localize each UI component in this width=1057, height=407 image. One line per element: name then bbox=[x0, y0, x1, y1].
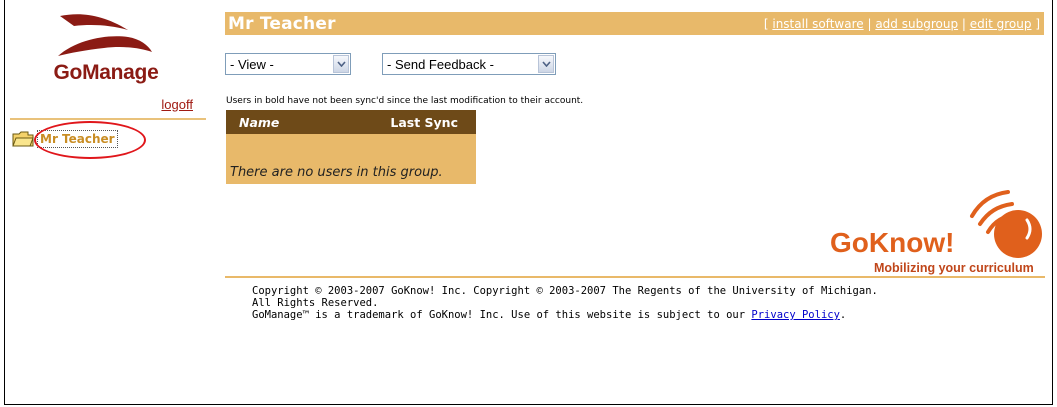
brand-name: GoManage bbox=[53, 61, 159, 84]
logoff-link[interactable]: logoff bbox=[161, 97, 193, 112]
view-select[interactable]: - View - bbox=[225, 53, 351, 75]
group-tree: Mr Teacher bbox=[12, 130, 118, 148]
link-separator: | bbox=[961, 16, 966, 31]
feedback-select-value: - Send Feedback - bbox=[387, 56, 494, 72]
privacy-policy-link[interactable]: Privacy Policy bbox=[751, 309, 840, 321]
gomanage-logo bbox=[58, 14, 152, 56]
chevron-down-icon[interactable] bbox=[333, 55, 349, 73]
page-title: Mr Teacher bbox=[228, 13, 336, 34]
wordmark-go: Go bbox=[830, 227, 869, 258]
view-select-value: - View - bbox=[230, 56, 274, 72]
bracket-close: ] bbox=[1035, 16, 1040, 31]
add-subgroup-link[interactable]: add subgroup bbox=[875, 17, 958, 31]
column-header-name[interactable]: Name bbox=[226, 115, 279, 130]
footer-divider bbox=[225, 276, 1045, 278]
goknow-wordmark: GoKnow! bbox=[830, 227, 954, 258]
trademark-suffix: . bbox=[839, 309, 847, 321]
edit-group-link[interactable]: edit group bbox=[970, 17, 1032, 31]
trademark-line: GoManage™ is a trademark of GoKnow! Inc.… bbox=[252, 309, 878, 321]
header-actions: [ install software | add subgroup | edit… bbox=[764, 17, 1044, 31]
install-software-link[interactable]: install software bbox=[772, 17, 863, 31]
tree-item-mr-teacher[interactable]: Mr Teacher bbox=[37, 130, 118, 148]
trademark-text: GoManage™ is a trademark of GoKnow! Inc.… bbox=[252, 309, 752, 321]
copyright-line: Copyright © 2003-2007 GoKnow! Inc. Copyr… bbox=[252, 285, 878, 297]
bracket-open: [ bbox=[763, 16, 769, 31]
users-table: Name Last Sync There are no users in thi… bbox=[226, 110, 476, 184]
folder-icon bbox=[12, 131, 34, 147]
footer: Copyright © 2003-2007 GoKnow! Inc. Copyr… bbox=[252, 285, 878, 321]
column-header-last-sync[interactable]: Last Sync bbox=[390, 115, 476, 130]
goknow-tagline: Mobilizing your curriculum bbox=[874, 261, 1034, 275]
users-table-body: There are no users in this group. bbox=[226, 134, 476, 184]
users-table-header: Name Last Sync bbox=[226, 110, 476, 134]
link-separator: | bbox=[867, 16, 872, 31]
group-header-bar: Mr Teacher [ install software | add subg… bbox=[225, 12, 1044, 35]
sidebar-divider bbox=[10, 118, 206, 120]
chevron-down-icon[interactable] bbox=[538, 55, 554, 73]
send-feedback-select[interactable]: - Send Feedback - bbox=[382, 53, 556, 75]
goknow-logo: GoKnow! Mobilizing your curriculum bbox=[830, 190, 1042, 275]
empty-table-message: There are no users in this group. bbox=[230, 165, 443, 180]
rights-line: All Rights Reserved. bbox=[252, 297, 379, 309]
wordmark-know: Know! bbox=[869, 227, 955, 258]
sync-info-text: Users in bold have not been sync'd since… bbox=[226, 96, 584, 106]
